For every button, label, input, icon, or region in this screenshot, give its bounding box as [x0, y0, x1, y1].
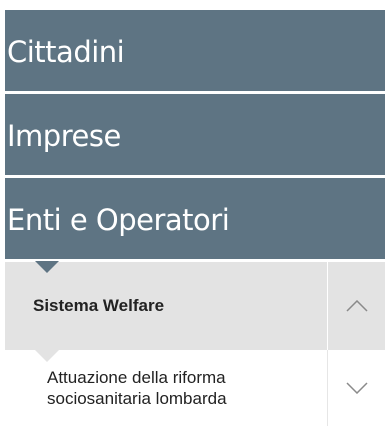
- submenu-label: Sistema Welfare: [33, 296, 165, 315]
- submenu-item-label: Attuazione della riforma sociosanitaria …: [47, 368, 227, 408]
- submenu-item-attuazione-riforma[interactable]: Attuazione della riforma sociosanitaria …: [5, 350, 385, 426]
- nav-item-imprese[interactable]: Imprese: [5, 94, 385, 178]
- nav-item-enti-e-operatori[interactable]: Enti e Operatori: [5, 178, 385, 262]
- main-navigation: Cittadini Imprese Enti e Operatori Siste…: [5, 10, 385, 426]
- chevron-up-icon[interactable]: [327, 262, 385, 350]
- nav-item-cittadini[interactable]: Cittadini: [5, 10, 385, 94]
- submenu-pointer-arrow: [35, 350, 59, 362]
- submenu-sistema-welfare[interactable]: Sistema Welfare: [5, 262, 385, 362]
- nav-item-label: Imprese: [7, 119, 121, 153]
- nav-item-label: Cittadini: [7, 35, 125, 69]
- active-pointer-arrow: [35, 261, 59, 273]
- chevron-down-icon[interactable]: [327, 350, 385, 426]
- nav-item-label: Enti e Operatori: [7, 203, 230, 237]
